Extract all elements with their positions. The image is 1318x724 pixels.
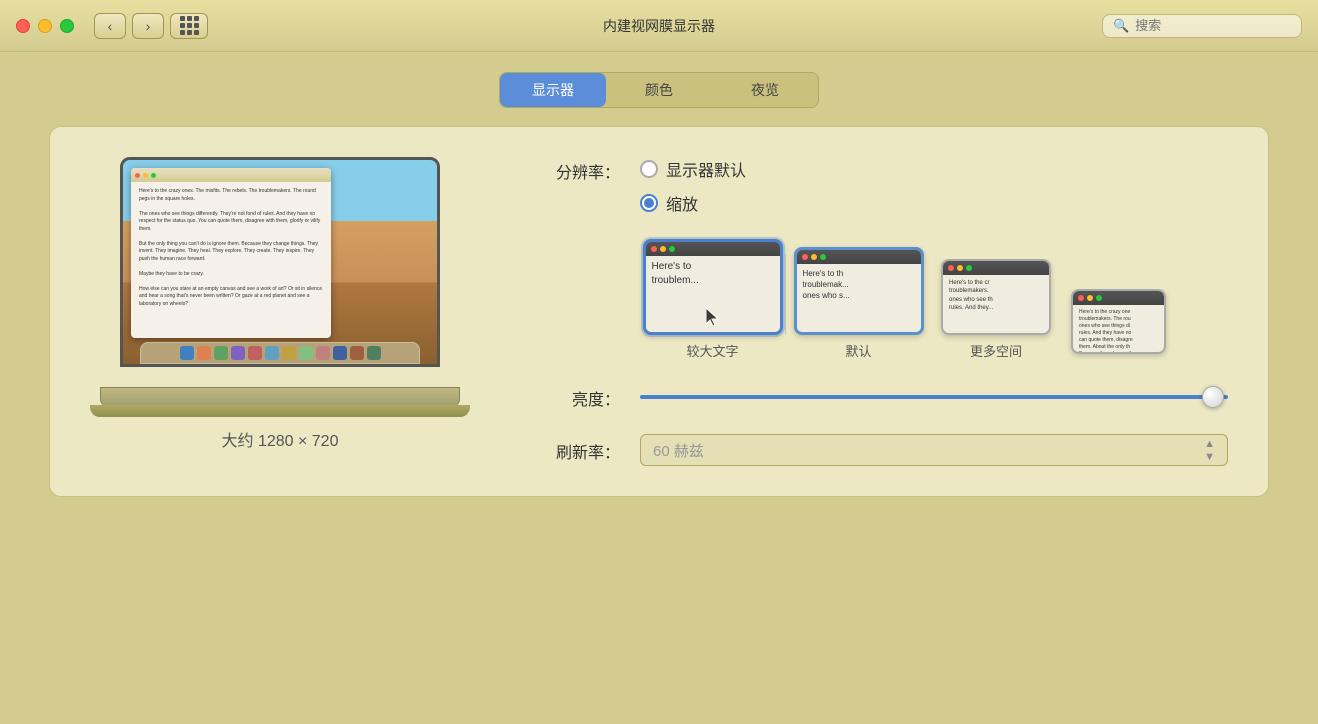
back-button[interactable]: ‹ [94, 13, 126, 39]
thumb-content-default: Here's to thtroublemak...ones who s... [797, 264, 921, 306]
traffic-lights [16, 19, 74, 33]
thumb-bar [646, 242, 780, 256]
screen-dock [140, 342, 420, 364]
radio-default-label: 显示器默认 [666, 157, 746, 181]
laptop-base [100, 387, 460, 407]
tab-bar: 显示器 颜色 夜览 [499, 72, 819, 108]
refresh-rate-value: 60 赫兹 [653, 440, 704, 461]
radio-scaled[interactable]: 缩放 [640, 191, 746, 215]
forward-button[interactable]: › [132, 13, 164, 39]
refresh-rate-section: 刷新率： 60 赫兹 ▲ ▼ [530, 434, 1228, 466]
laptop-bottom [90, 405, 470, 417]
nav-buttons: ‹ › [94, 13, 164, 39]
brightness-slider-track [640, 395, 1228, 399]
thumb-more-space-label: 更多空间 [970, 341, 1022, 360]
thumb-content-extra: Here's to the crazy onetroublemakers. Th… [1073, 305, 1164, 354]
radio-default[interactable]: 显示器默认 [640, 157, 746, 181]
search-input[interactable] [1135, 18, 1291, 33]
thumb-default: Here's to thtroublemak...ones who s... 默… [786, 247, 931, 360]
window-title: 内建视网膜显示器 [603, 16, 715, 36]
thumb-bar-more-space [943, 261, 1049, 275]
radio-scaled-label: 缩放 [666, 191, 698, 215]
content-panel: Here's to the crazy ones. The misfits. T… [49, 126, 1269, 497]
dropdown-arrow-icon: ▲ ▼ [1204, 438, 1215, 463]
thumb-large-text-label: 较大文字 [686, 341, 738, 360]
thumb-large-text: Here's totroublem... 较大文字 [640, 239, 785, 360]
tab-nightshift[interactable]: 夜览 [712, 73, 818, 107]
radio-default-circle[interactable] [640, 160, 658, 178]
laptop-container: Here's to the crazy ones. The misfits. T… [100, 157, 460, 417]
thumb-more-space: Here's to the crtroublemakers.ones who s… [931, 259, 1061, 360]
thumb-window-default[interactable]: Here's to thtroublemak...ones who s... [794, 247, 924, 335]
screen-desktop: Here's to the crazy ones. The misfits. T… [123, 160, 437, 364]
radio-scaled-circle[interactable] [640, 194, 658, 212]
resolution-display-text: 大约 1280 × 720 [222, 427, 339, 451]
thumb-window-more-space[interactable]: Here's to the crtroublemakers.ones who s… [941, 259, 1051, 335]
right-controls: 分辨率： 显示器默认 缩放 [530, 157, 1228, 466]
maximize-button[interactable] [60, 19, 74, 33]
screen-window: Here's to the crazy ones. The misfits. T… [131, 168, 331, 338]
main-content: 显示器 颜色 夜览 [0, 52, 1318, 517]
brightness-section: 亮度： [530, 384, 1228, 410]
tab-color[interactable]: 颜色 [606, 73, 712, 107]
thumb-content-more-space: Here's to the crtroublemakers.ones who s… [943, 275, 1049, 317]
search-box[interactable]: 🔍 [1102, 14, 1302, 38]
laptop-screen: Here's to the crazy ones. The misfits. T… [120, 157, 440, 367]
thumb-window-large-text[interactable]: Here's totroublem... [643, 239, 783, 335]
thumb-content: Here's totroublem... [646, 256, 780, 292]
thumb-bar-default [797, 250, 921, 264]
close-button[interactable] [16, 19, 30, 33]
screen-window-content: Here's to the crazy ones. The misfits. T… [131, 182, 331, 314]
grid-view-button[interactable] [170, 13, 208, 39]
brightness-slider-container[interactable] [640, 387, 1228, 407]
resolution-label: 分辨率： [530, 157, 620, 183]
thumb-default-label: 默认 [845, 341, 871, 360]
brightness-slider-thumb[interactable] [1202, 386, 1224, 408]
minimize-button[interactable] [38, 19, 52, 33]
titlebar: ‹ › 内建视网膜显示器 🔍 [0, 0, 1318, 52]
resolution-section: 分辨率： 显示器默认 缩放 [530, 157, 1228, 215]
tab-display[interactable]: 显示器 [500, 73, 606, 107]
laptop-preview: Here's to the crazy ones. The misfits. T… [90, 157, 470, 466]
brightness-label: 亮度： [530, 384, 620, 410]
resolution-radio-group: 显示器默认 缩放 [640, 157, 746, 215]
refresh-rate-dropdown[interactable]: 60 赫兹 ▲ ▼ [640, 434, 1228, 466]
thumbnails-row: Here's totroublem... 较大文字 [640, 239, 1228, 360]
thumb-bar-extra [1073, 291, 1164, 305]
refresh-rate-label: 刷新率： [530, 437, 620, 463]
search-icon: 🔍 [1113, 18, 1129, 34]
screen-window-bar [131, 168, 331, 182]
thumb-window-extra[interactable]: Here's to the crazy onetroublemakers. Th… [1071, 289, 1166, 354]
thumb-extra: Here's to the crazy onetroublemakers. Th… [1061, 289, 1176, 360]
